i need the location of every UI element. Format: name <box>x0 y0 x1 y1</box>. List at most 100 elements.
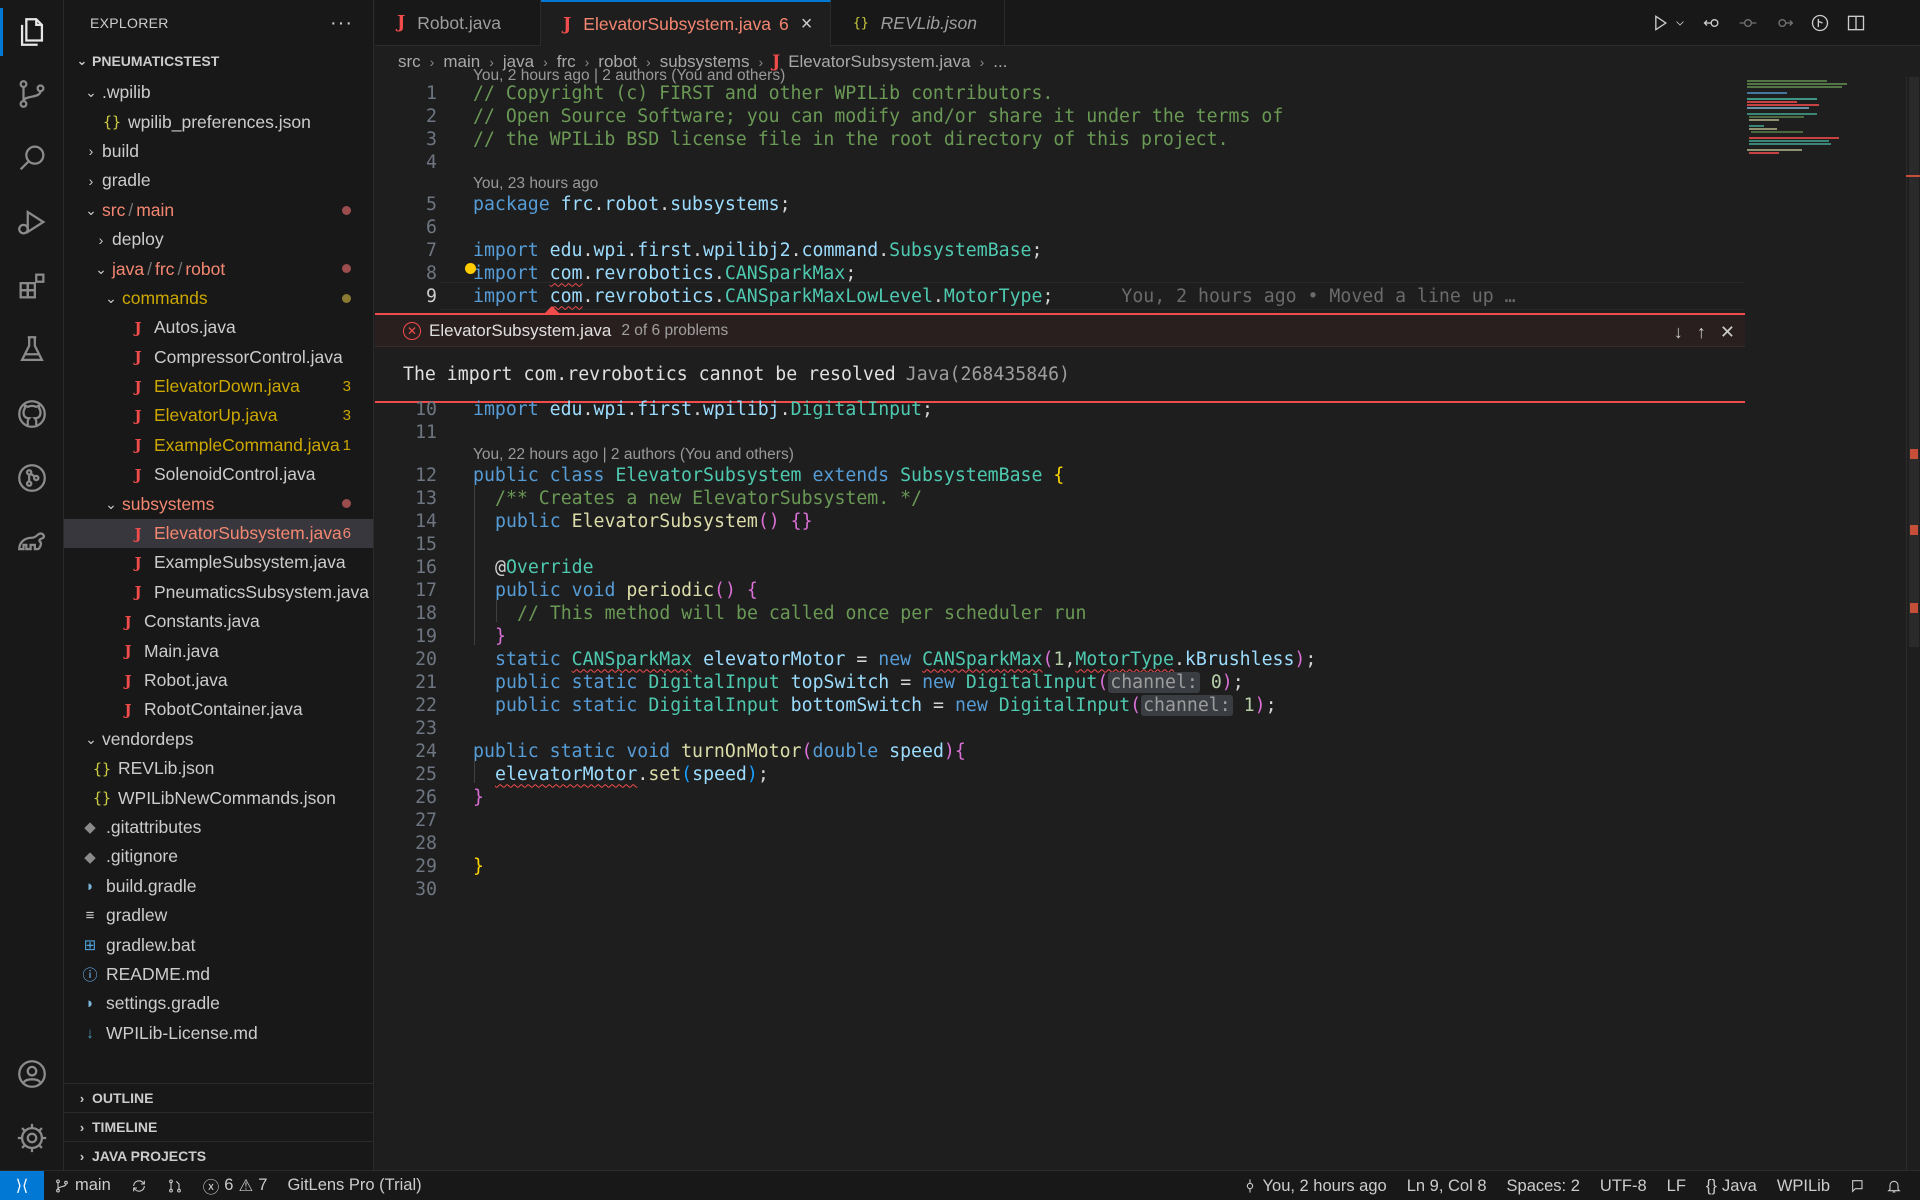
previous-problem-icon[interactable]: ↑ <box>1697 322 1706 343</box>
code-line: 30 <box>415 878 437 900</box>
account-icon[interactable] <box>0 1046 64 1102</box>
tree-file-autos[interactable]: J Autos.java <box>64 313 373 342</box>
tree-file-elevator-down[interactable]: J ElevatorDown.java 3 <box>64 372 373 401</box>
gitlens-status[interactable]: GitLens Pro (Trial) <box>277 1171 431 1200</box>
outline-section-header[interactable]: › OUTLINE <box>64 1083 373 1112</box>
code-editor[interactable]: You, 2 hours ago | 2 authors (You and ot… <box>375 67 1920 1170</box>
tree-file-constants[interactable]: J Constants.java <box>64 607 373 636</box>
pull-request-button[interactable] <box>157 1171 193 1200</box>
timeline-section-header[interactable]: › TIMELINE <box>64 1112 373 1141</box>
settings-gear-icon[interactable] <box>0 1110 64 1166</box>
wpilib-status[interactable]: WPILib <box>1767 1171 1840 1200</box>
java-file-icon: J <box>134 406 142 425</box>
line-ending[interactable]: LF <box>1657 1171 1696 1200</box>
tree-folder-wpilib[interactable]: ⌄ .wpilib <box>64 78 373 107</box>
tree-folder-src-main[interactable]: ⌄ src / main <box>64 196 373 225</box>
lightbulb-icon[interactable] <box>465 263 476 274</box>
next-problem-icon[interactable]: ↓ <box>1674 322 1683 343</box>
tree-file-build-gradle[interactable]: ◗ build.gradle <box>64 872 373 901</box>
tree-file-robot-container[interactable]: J RobotContainer.java <box>64 695 373 724</box>
git-branch-icon <box>56 1178 68 1193</box>
tree-file-elevator-up[interactable]: J ElevatorUp.java 3 <box>64 401 373 430</box>
tree-folder-subsystems[interactable]: ⌄ subsystems <box>64 489 373 518</box>
explorer-icon[interactable] <box>0 4 64 60</box>
tree-file-gradlew-bat[interactable]: ⊞ gradlew.bat <box>64 930 373 959</box>
tree-file-gitignore[interactable]: ◆ .gitignore <box>64 842 373 871</box>
tree-file-gradlew[interactable]: ≡ gradlew <box>64 901 373 930</box>
breadcrumb-item[interactable]: src <box>398 52 421 72</box>
tree-file-robot[interactable]: J Robot.java <box>64 666 373 695</box>
tree-folder-commands[interactable]: ⌄ commands <box>64 284 373 313</box>
tree-folder-build[interactable]: › build <box>64 137 373 166</box>
tab-elevator-subsystem-java[interactable]: J ElevatorSubsystem.java 6 × <box>541 0 831 47</box>
vertical-scrollbar[interactable] <box>1906 77 1920 1170</box>
notifications-button[interactable] <box>1876 1171 1912 1200</box>
testing-icon[interactable] <box>0 322 64 378</box>
problems-indicator[interactable]: ⓧ 6 ⚠ 7 <box>193 1171 278 1200</box>
tree-file-wpilib-preferences[interactable]: {} wpilib_preferences.json <box>64 107 373 136</box>
chevron-down-icon[interactable] <box>1674 17 1686 29</box>
java-projects-section-header[interactable]: › JAVA PROJECTS <box>64 1141 373 1170</box>
java-file-icon: J <box>134 348 142 367</box>
inline-blame[interactable]: You, 2 hours ago • Moved a line up … <box>1121 286 1515 307</box>
tree-file-settings-gradle[interactable]: ◗ settings.gradle <box>64 989 373 1018</box>
extensions-icon[interactable] <box>0 258 64 314</box>
cursor-position[interactable]: Ln 9, Col 8 <box>1397 1171 1497 1200</box>
workspace-section-header[interactable]: ⌄ PNEUMATICSTEST <box>64 46 373 75</box>
run-debug-icon[interactable] <box>0 194 64 250</box>
tree-file-pneumatics-subsystem[interactable]: J PneumaticsSubsystem.java <box>64 578 373 607</box>
tree-file-compressor-control[interactable]: J CompressorControl.java <box>64 343 373 372</box>
scrollbar-thumb[interactable] <box>1909 77 1919 647</box>
java-file-icon: J <box>124 700 132 719</box>
problem-source[interactable]: Java(268435846) <box>906 364 1070 385</box>
tab-robot-java[interactable]: J Robot.java <box>375 0 541 46</box>
blame-status[interactable]: You, 2 hours ago <box>1232 1171 1397 1200</box>
modified-dot <box>342 293 351 303</box>
split-editor-icon[interactable] <box>1846 13 1866 33</box>
modified-dot <box>342 499 351 509</box>
source-control-icon[interactable] <box>0 66 64 122</box>
remote-icon[interactable]: ⟩⟨ <box>0 1170 44 1200</box>
gradle-file-icon: ◗ <box>85 877 95 895</box>
gradle-icon[interactable] <box>0 514 64 570</box>
java-file-icon: J <box>563 14 572 35</box>
gitlens-icon[interactable] <box>0 450 64 506</box>
tree-folder-java-frc-robot[interactable]: ⌄ java / frc / robot <box>64 254 373 283</box>
feedback-button[interactable] <box>1840 1171 1876 1200</box>
tree-file-example-command[interactable]: J ExampleCommand.java 1 <box>64 431 373 460</box>
tree-file-gitattributes[interactable]: ◆ .gitattributes <box>64 813 373 842</box>
tree-folder-deploy[interactable]: › deploy <box>64 225 373 254</box>
more-actions-icon[interactable]: ··· <box>330 12 353 35</box>
tree-file-wpilib-new-commands-json[interactable]: {} WPILibNewCommands.json <box>64 783 373 812</box>
tree-file-example-subsystem[interactable]: J ExampleSubsystem.java <box>64 548 373 577</box>
close-icon[interactable]: × <box>801 13 813 36</box>
github-icon[interactable] <box>0 386 64 442</box>
branch-indicator[interactable]: main <box>44 1171 121 1200</box>
encoding[interactable]: UTF-8 <box>1590 1171 1657 1200</box>
tree-file-revlib-json[interactable]: {} REVLib.json <box>64 754 373 783</box>
sync-button[interactable] <box>121 1171 157 1200</box>
breadcrumb-item[interactable]: ElevatorSubsystem.java <box>788 52 970 72</box>
open-changes-icon[interactable] <box>1702 13 1722 33</box>
tree-file-elevator-subsystem[interactable]: J ElevatorSubsystem.java 6 <box>64 518 373 549</box>
run-icon[interactable] <box>1650 13 1670 33</box>
next-change-icon[interactable] <box>1774 13 1794 33</box>
previous-change-icon[interactable] <box>1738 13 1758 33</box>
search-icon[interactable] <box>0 130 64 186</box>
tree-file-main[interactable]: J Main.java <box>64 636 373 665</box>
tree-folder-vendordeps[interactable]: ⌄ vendordeps <box>64 725 373 754</box>
gitlens-toggle-icon[interactable] <box>1810 13 1830 33</box>
tab-revlib-json[interactable]: {} REVLib.json <box>831 0 1005 46</box>
tab-problem-count: 6 <box>779 14 789 34</box>
breadcrumb-item[interactable]: ... <box>993 52 1007 72</box>
tree-file-wpilib-license[interactable]: ↓ WPILib-License.md <box>64 1019 373 1048</box>
language-mode[interactable]: {} Java <box>1696 1171 1767 1200</box>
tree-folder-gradle[interactable]: › gradle <box>64 166 373 195</box>
bell-icon <box>1887 1180 1901 1193</box>
tree-file-solenoid-control[interactable]: J SolenoidControl.java <box>64 460 373 489</box>
explorer-sidebar: EXPLORER ··· ⌄ PNEUMATICSTEST ⌄ .wpilib … <box>64 0 374 1170</box>
indentation[interactable]: Spaces: 2 <box>1497 1171 1590 1200</box>
tree-file-readme[interactable]: ⓘ README.md <box>64 960 373 989</box>
chevron-right-icon: › <box>98 231 104 248</box>
close-icon[interactable]: ✕ <box>1720 322 1735 343</box>
